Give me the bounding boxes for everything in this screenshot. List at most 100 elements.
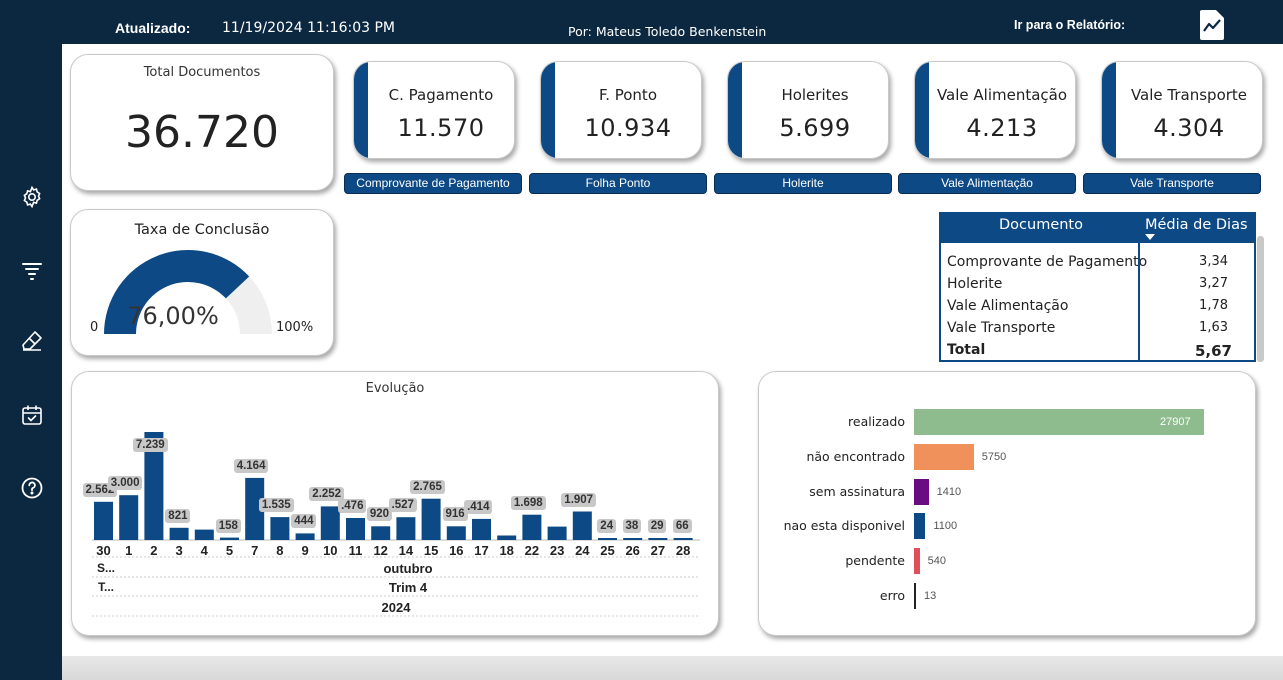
column-header-documento[interactable]: Documento: [999, 217, 1083, 233]
holerite-button[interactable]: Holerite: [714, 173, 892, 194]
tick-label-12: 12: [373, 543, 388, 558]
kpi-title: Vale Transporte: [1130, 86, 1248, 104]
report-link-label: Ir para o Relatório:: [1014, 18, 1126, 32]
kpi-value: 11.570: [397, 114, 485, 142]
bar-17[interactable]: [472, 518, 491, 540]
bar-23[interactable]: [547, 526, 567, 540]
bar-22[interactable]: [522, 514, 542, 540]
status-bar-5[interactable]: [914, 583, 916, 609]
tick-label-24: 24: [575, 543, 590, 558]
bar-9[interactable]: [295, 533, 315, 540]
tick-label-22: 22: [524, 543, 540, 558]
row-name: Comprovante de Pagamento: [947, 254, 1148, 270]
folha-ponto-button[interactable]: Folha Ponto: [529, 173, 707, 194]
tick-label-11: 11: [348, 543, 363, 558]
tick-label-30: 30: [96, 543, 111, 558]
row-days: 3,34: [1199, 254, 1228, 269]
status-value-3: 1100: [933, 520, 958, 533]
report-chart-icon[interactable]: [1200, 10, 1224, 40]
table-row[interactable]: Comprovante de Pagamento 3,34: [941, 254, 1258, 276]
gauge-title: Taxa de Conclusão: [134, 222, 270, 238]
eraser-icon[interactable]: [18, 327, 46, 355]
data-label-8: 1.535: [258, 498, 294, 513]
bar-8[interactable]: [270, 517, 290, 540]
bar-30[interactable]: [94, 501, 113, 540]
table-total-row: Total 5,67: [941, 342, 1258, 364]
filter-icon[interactable]: [18, 256, 46, 284]
bar-10[interactable]: [320, 506, 340, 540]
kpi-stripe: [354, 62, 368, 158]
header-bar: Atualizado: 11/19/2024 11:16:03 PM Por: …: [62, 0, 1283, 44]
vale-alimentacao-button[interactable]: Vale Alimentação: [898, 173, 1076, 194]
bottom-bar: [62, 656, 1283, 680]
tick-label-1: 1: [125, 543, 133, 558]
bar-3[interactable]: [169, 527, 189, 540]
kpi-stripe: [728, 62, 742, 158]
row-name: Vale Transporte: [947, 320, 1056, 336]
kpi-value: 10.934: [584, 114, 672, 142]
sort-desc-icon[interactable]: [1145, 234, 1155, 240]
bar-15[interactable]: [421, 498, 441, 540]
bar-26[interactable]: [623, 538, 643, 540]
tick-label-9: 9: [301, 543, 309, 558]
table-scrollbar[interactable]: [1257, 236, 1264, 362]
bar-1[interactable]: [119, 495, 139, 540]
status-bar-1[interactable]: [914, 443, 974, 470]
sidebar: [0, 0, 62, 680]
bar-5[interactable]: [220, 537, 239, 540]
tick-label-8: 8: [276, 543, 284, 558]
status-value-1: 5750: [981, 450, 1007, 463]
bar-4[interactable]: [194, 529, 214, 540]
help-icon[interactable]: [18, 474, 46, 502]
tick-label-15: 15: [423, 543, 439, 558]
tick-label-16: 16: [449, 543, 464, 558]
status-bar-2[interactable]: [914, 478, 929, 505]
status-bar-chart: realizado 27907 não encontrado 5750 sem assi…: [759, 372, 1257, 637]
data-label-11: .476: [338, 498, 367, 513]
tick-label-23: 23: [549, 543, 565, 558]
table-row[interactable]: Vale Alimentação 1,78: [941, 298, 1258, 320]
month-label-outubro: outubro: [383, 561, 433, 576]
comprovante-pagamento-button[interactable]: Comprovante de Pagamento: [344, 173, 522, 194]
row-name: Holerite: [947, 276, 1003, 292]
bar-18[interactable]: [497, 535, 517, 541]
tick-label-26: 26: [625, 543, 640, 558]
kpi-stripe: [541, 62, 555, 158]
year-label: 2024: [381, 600, 411, 615]
data-label-3: 821: [165, 508, 191, 523]
data-label-27: 29: [647, 519, 667, 533]
tick-label-14: 14: [398, 543, 414, 558]
table-row[interactable]: Vale Transporte 1,63: [941, 320, 1258, 342]
column-divider: [1138, 212, 1140, 362]
kpi-stripe: [1102, 62, 1116, 158]
table-row[interactable]: Holerite 3,27: [941, 276, 1258, 298]
row-days: 1,63: [1199, 320, 1228, 335]
status-value-5: 13: [924, 590, 937, 602]
category-label-1: não encontrado: [806, 448, 905, 464]
data-label-9: 444: [291, 514, 317, 529]
gauge-max: 100%: [276, 320, 314, 335]
bar-27[interactable]: [648, 538, 668, 540]
column-header-media-dias[interactable]: Média de Dias: [1145, 217, 1248, 233]
month-label-sep: S...: [96, 561, 115, 575]
vale-transporte-button[interactable]: Vale Transporte: [1083, 173, 1261, 194]
total-documents-card: Total Documentos 36.720: [70, 54, 334, 191]
status-bar-4[interactable]: [914, 548, 920, 575]
bar-16[interactable]: [446, 526, 466, 540]
status-chart-card: realizado 27907 não encontrado 5750 sem assi…: [758, 371, 1256, 636]
bar-11[interactable]: [346, 518, 365, 540]
evolution-chart-card: Evolução 30 2.562 1 3.000 2 7.239 3 821 4 5 158 7 4.…: [71, 371, 719, 636]
tick-label-17: 17: [474, 543, 489, 558]
bar-12[interactable]: [371, 526, 391, 540]
bar-24[interactable]: [572, 511, 592, 541]
bar-25[interactable]: [598, 538, 617, 540]
status-bar-3[interactable]: [914, 513, 926, 540]
data-label-7: 4.164: [233, 458, 269, 473]
calendar-icon[interactable]: [18, 401, 46, 429]
data-label-22: 1.698: [510, 495, 546, 510]
bar-28[interactable]: [673, 538, 693, 540]
quarter-label-t3: T...: [97, 580, 114, 594]
bar-14[interactable]: [396, 517, 416, 540]
gear-icon[interactable]: [18, 183, 46, 211]
table-header: Documento Média de Dias: [939, 212, 1256, 243]
